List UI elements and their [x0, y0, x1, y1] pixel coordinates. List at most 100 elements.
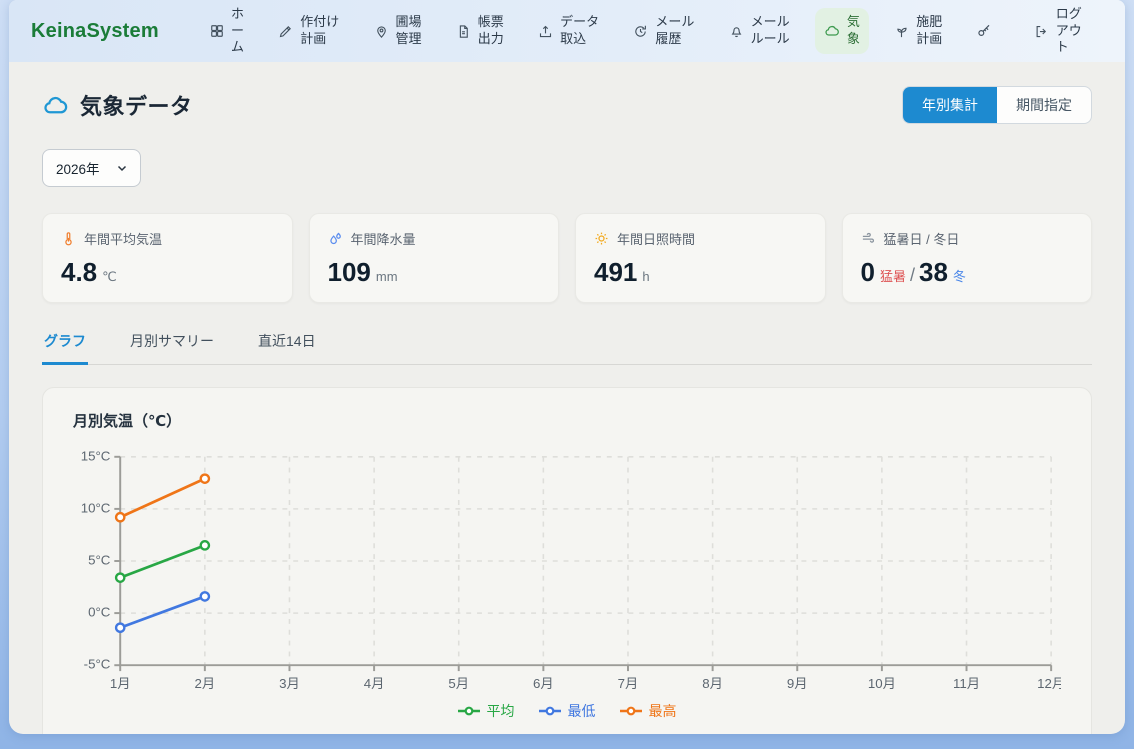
weather-cloud-icon [42, 92, 69, 119]
map-pin-icon [374, 24, 389, 39]
extreme-days-card: 猛暑日 / 冬日 0 猛暑 /38 冬 [842, 213, 1093, 303]
legend-marker-icon [458, 705, 480, 717]
stat-label: 年間平均気温 [84, 229, 162, 248]
stat-unit: ℃ [102, 269, 117, 284]
svg-text:2月: 2月 [195, 676, 216, 691]
year-select-value: 2026年 [56, 158, 100, 178]
nav-item-fertilizer-plan[interactable]: 施肥 計画 [885, 8, 951, 54]
droplets-icon [328, 231, 343, 246]
history-icon [633, 24, 648, 39]
document-icon [456, 24, 471, 39]
nav-item-weather[interactable]: 気 象 [815, 8, 869, 54]
nav-label: メール ルール [751, 14, 790, 48]
nav-item-data-import[interactable]: データ 取込 [529, 8, 608, 54]
stat-value: 4.8 [61, 257, 97, 287]
svg-text:-5°C: -5°C [84, 657, 111, 672]
seedling-icon [894, 24, 909, 39]
nav-item-report-output[interactable]: 帳票 出力 [447, 8, 513, 54]
svg-text:7月: 7月 [618, 676, 639, 691]
stat-value: 109 [328, 257, 371, 287]
svg-text:10°C: 10°C [81, 500, 111, 515]
sun-icon [594, 231, 609, 246]
svg-text:8月: 8月 [702, 676, 723, 691]
nav-item-mail-rules[interactable]: メール ルール [720, 8, 799, 54]
legend-label: 最低 [568, 701, 596, 721]
hot-days-unit: 猛暑 [880, 269, 906, 284]
stat-cards: 年間平均気温 4.8 ℃ 年間降水量 109 mm 年間日照時間 491 h [42, 213, 1092, 303]
stat-unit: h [642, 269, 649, 284]
home-grid-icon [210, 24, 224, 38]
tab-monthly-summary[interactable]: 月別サマリー [128, 327, 216, 365]
hot-days-value: 0 [861, 257, 875, 287]
legend-label: 最高 [649, 701, 677, 721]
monthly-temperature-chart: 15°C 10°C 5°C 0°C -5°C 1月 2月 3月 4月 5月 6月 7月 8月 9月 10月 1… [73, 445, 1061, 699]
nav-label: ホ ー ム [231, 6, 244, 57]
rainfall-card: 年間降水量 109 mm [309, 213, 560, 303]
tab-recent-14-days[interactable]: 直近14日 [256, 327, 318, 365]
year-select[interactable]: 2026年 [42, 149, 141, 187]
svg-text:9月: 9月 [787, 676, 808, 691]
top-navbar: KeinaSystem ホ ー ム 作付け 計画 圃場 管理 帳票 出力 データ… [9, 0, 1125, 62]
cloud-icon [824, 23, 840, 39]
nav-label: 気 象 [847, 14, 860, 48]
view-mode-toggle: 年別集計 期間指定 [902, 86, 1092, 124]
separator: / [910, 265, 915, 285]
nav-item-mail-history[interactable]: メール 履歴 [624, 8, 703, 54]
page-title: 気象データ [80, 89, 193, 121]
svg-text:6月: 6月 [533, 676, 554, 691]
nav-label: データ 取込 [560, 14, 599, 48]
legend-item[interactable]: 最高 [620, 701, 677, 721]
svg-text:0°C: 0°C [88, 605, 111, 620]
nav-item-planting-plan[interactable]: 作付け 計画 [269, 8, 348, 54]
bell-icon [729, 24, 744, 39]
svg-text:10月: 10月 [868, 676, 896, 691]
winter-days-value: 38 [919, 257, 948, 287]
wind-icon [861, 231, 876, 246]
svg-text:5°C: 5°C [88, 552, 111, 567]
sunshine-card: 年間日照時間 491 h [575, 213, 826, 303]
svg-text:3月: 3月 [279, 676, 300, 691]
svg-text:4月: 4月 [364, 676, 385, 691]
main-nav: ホ ー ム 作付け 計画 圃場 管理 帳票 出力 データ 取込 メール 履歴 [193, 0, 1099, 62]
key-icon [976, 23, 992, 39]
legend-marker-icon [620, 705, 642, 717]
svg-text:11月: 11月 [953, 676, 980, 691]
stat-unit: mm [376, 269, 398, 284]
logout-icon [1034, 24, 1049, 39]
svg-text:5月: 5月 [448, 676, 469, 691]
avg-temp-card: 年間平均気温 4.8 ℃ [42, 213, 293, 303]
legend-item[interactable]: 最低 [539, 701, 596, 721]
chart-card: 月別気温（℃） 15°C 10°C 5°C 0°C -5°C 1月 2月 3月 4月 5月 6月 7月… [42, 387, 1092, 734]
app-window: KeinaSystem ホ ー ム 作付け 計画 圃場 管理 帳票 出力 データ… [9, 0, 1125, 734]
legend-marker-icon [539, 705, 561, 717]
nav-label: 帳票 出力 [478, 14, 504, 48]
legend-label: 平均 [487, 701, 515, 721]
period-select-button[interactable]: 期間指定 [997, 87, 1091, 123]
nav-label: 施肥 計画 [916, 14, 942, 48]
stat-label: 年間日照時間 [617, 229, 695, 248]
upload-icon [538, 24, 553, 39]
nav-item-field-management[interactable]: 圃場 管理 [365, 8, 431, 54]
nav-item-key[interactable] [967, 17, 1008, 45]
nav-item-logout[interactable]: ログ アウ ト [1025, 0, 1091, 62]
pencil-icon [278, 24, 293, 39]
chart-legend: 平均 最低 最高 [73, 701, 1061, 721]
yearly-summary-button[interactable]: 年別集計 [903, 87, 997, 123]
nav-item-home[interactable]: ホ ー ム [201, 0, 253, 62]
nav-label: ログ アウ ト [1056, 6, 1082, 57]
winter-days-unit: 冬 [953, 269, 966, 284]
stat-label: 猛暑日 / 冬日 [884, 229, 960, 248]
nav-label: 圃場 管理 [396, 14, 422, 48]
app-logo[interactable]: KeinaSystem [31, 20, 159, 43]
svg-text:15°C: 15°C [81, 448, 111, 463]
chevron-down-icon [116, 162, 128, 174]
tab-bar: グラフ 月別サマリー 直近14日 [42, 327, 1092, 365]
main-content: 気象データ 年別集計 期間指定 2026年 年間平均気温 4.8 ℃ [9, 62, 1125, 734]
stat-label: 年間降水量 [351, 229, 416, 248]
legend-item[interactable]: 平均 [458, 701, 515, 721]
svg-text:1月: 1月 [110, 676, 131, 691]
stat-value: 491 [594, 257, 637, 287]
svg-text:12月: 12月 [1037, 676, 1061, 691]
chart-title: 月別気温（℃） [73, 410, 1061, 431]
tab-graph[interactable]: グラフ [42, 327, 88, 365]
